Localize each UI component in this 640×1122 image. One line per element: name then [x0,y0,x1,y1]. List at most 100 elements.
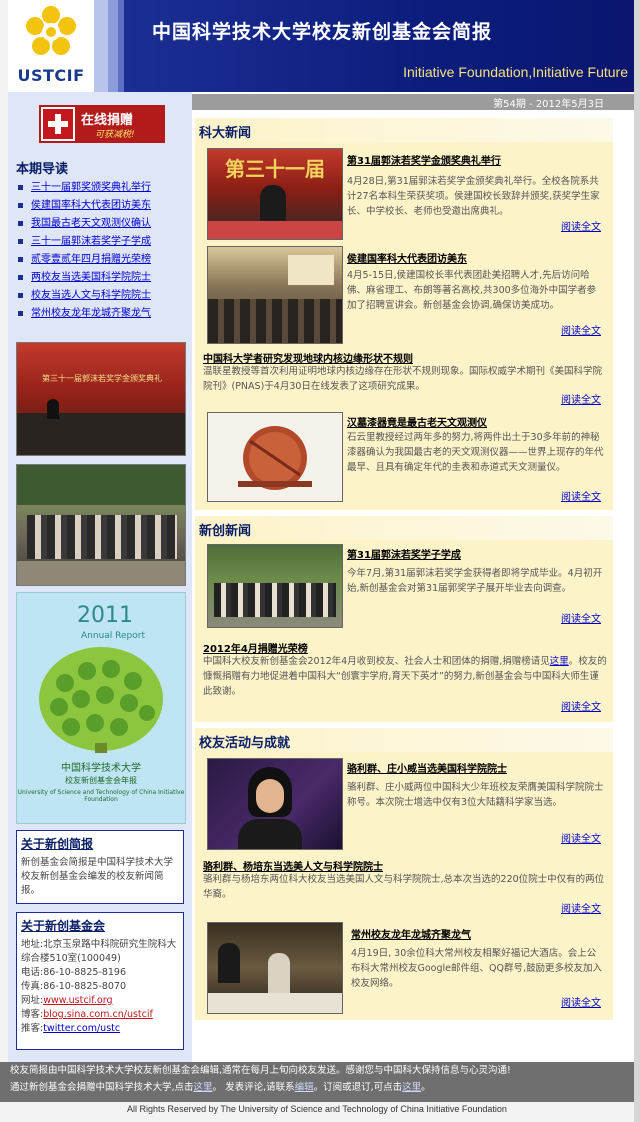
page-header: USTCIF 中国科学技术大学校友新创基金会简报 Initiative Foun… [0,0,640,92]
main-content: 第54期 - 2012年5月3日 科大新闻 第三十一届 第31届郭沫若奖学金颁奖… [192,92,634,1062]
toc-item[interactable]: 常州校友龙年龙城齐聚龙气 [16,306,190,324]
blog-link[interactable]: blog.sina.com.cn/ustcif [43,1009,153,1020]
toc-item[interactable]: 三十一届郭沫若奖学子学成 [16,234,190,252]
ceremony-photo[interactable]: 第三十一届郭沫若奖学金颁奖典礼 [16,342,186,456]
article-title[interactable]: 第31届郭沫若奖学金颁奖典礼举行 [347,152,501,167]
article-title[interactable]: 第31届郭沫若奖学子学成 [347,546,461,561]
website-link[interactable]: www.ustcif.org [43,995,112,1006]
toc-item[interactable]: 贰零壹贰年四月捐赠光荣榜 [16,252,190,270]
read-more-link[interactable]: 阅读全文 [561,488,601,503]
lecture-hall-photo[interactable] [207,246,343,344]
read-more-link[interactable]: 阅读全文 [561,391,601,406]
footer-text: 。订阅或退订,可点击 [313,1082,403,1093]
toc-item[interactable]: 我国最古老天文观测仪确认 [16,216,190,234]
toc-item[interactable]: 侯建国率科大代表团访美东 [16,198,190,216]
annual-report-cover[interactable]: 2011 Annual Report 中国科学技术大学 校友新创基金会年报 Un… [16,592,186,824]
person-shape [218,943,240,983]
newsletter-title: 中国科学技术大学校友新创基金会简报 [152,21,493,43]
toc-item[interactable]: 三十一届郭奖颁奖典礼举行 [16,180,190,198]
logo-text: USTCIF [17,66,85,85]
toc-link[interactable]: 贰零壹贰年四月捐赠光荣榜 [31,254,151,265]
phone-row: 电话:86-10-8825-8196 [21,966,179,980]
bullet-icon [18,292,23,298]
article-title[interactable]: 骆利群、庄小威当选美国科学院院士 [347,760,507,775]
toc-link[interactable]: 两校友当选美国科学院院士 [31,272,151,283]
group-photo[interactable] [16,464,186,586]
read-more-link[interactable]: 阅读全文 [561,900,601,915]
footer-note: 校友简报由中国科学技术大学校友新创基金会编辑,通常在每月上旬向校友发送。感谢您与… [10,1065,511,1076]
twitter-link[interactable]: twitter.com/ustc [43,1023,120,1034]
header-stripe [94,0,108,92]
header-banner: 中国科学技术大学校友新创基金会简报 Initiative Foundation,… [124,0,634,92]
speaker-shape [260,185,286,225]
donor-list-link[interactable]: 这里 [550,656,569,667]
annual-report-en: University of Science and Technology of … [17,789,185,803]
subscribe-link[interactable]: 这里 [402,1082,421,1093]
about-foundation-title[interactable]: 关于新创基金会 [21,917,179,934]
table-shape [208,993,342,1013]
issue-bar: 第54期 - 2012年5月3日 [192,94,634,110]
ceremony-speech-photo[interactable]: 第三十一届 [207,148,343,240]
read-more-link[interactable]: 阅读全文 [561,322,601,337]
read-more-link[interactable]: 阅读全文 [561,830,601,845]
phone-label: 电话: [21,967,44,978]
annual-report-cn-title: 中国科学技术大学 [61,763,141,774]
blog-row: 博客:blog.sina.com.cn/ustcif [21,1008,179,1022]
donate-tagline: 可获减税! [95,130,135,140]
donate-online-button[interactable]: 在线捐赠 可获减税! [39,105,165,143]
article-summary: 4月5-15日,侯建国校长率代表团赴美招聘人才,先后访问哈佛、麻省理工、布朗等著… [347,270,597,311]
toc-item[interactable]: 校友当选人文与科学院院士 [16,288,190,306]
article-summary: 今年7月,第31届郭沫若奖学金获得者即将学成毕业。4月初开始,新创基金会对第31… [347,568,603,594]
editor-contact-link[interactable]: 编辑 [295,1082,314,1093]
read-more-link[interactable]: 阅读全文 [561,218,601,233]
article-title[interactable]: 2012年4月捐赠光荣榜 [203,640,308,655]
article-summary: 4月28日,第31届郭沫若奖学金颁奖典礼举行。全校各院系共计27名本科生荣获奖项… [347,176,600,217]
footer-text: 通过新创基金会捐赠中国科学技术大学,点击 [10,1082,194,1093]
phone-value: 86-10-8825-8196 [43,967,127,978]
red-cross-icon [43,109,73,139]
about-newsletter-title[interactable]: 关于新创简报 [21,835,179,852]
graduates-group-photo[interactable] [207,544,343,628]
about-newsletter-text: 新创基金会简报是中国科学技术大学校友新创基金会编发的校友新闻简报。 [21,857,174,896]
address-value: 北京玉泉路中科院研究生院科大综合楼510室(100049) [21,939,177,964]
article-title[interactable]: 侯建国率科大代表团访美东 [347,250,467,265]
section-foundation-news: 新创新闻 第31届郭沫若奖学子学成 今年7月,第31届郭沫若奖学金获得者即将学成… [195,516,613,722]
read-more-link[interactable]: 阅读全文 [561,994,601,1009]
toc-item[interactable]: 两校友当选美国科学院院士 [16,270,190,288]
article-title[interactable]: 中国科大学者研究发现地球内核边缘形状不规则 [203,350,413,365]
alumni-dinner-photo[interactable] [207,922,343,1014]
twitter-label: 推客: [21,1023,44,1034]
toc-link[interactable]: 侯建国率科大代表团访美东 [31,200,151,211]
address-label: 地址: [21,939,44,950]
bullet-icon [18,238,23,244]
article-summary: 温联星教授等首次利用证明地球内核边缘存在形状不规则现象。国际权威学术期刊《美国科… [203,366,603,392]
header-stripe [108,0,118,92]
fax-value: 86-10-8825-8070 [43,981,127,992]
donate-label-box: 在线捐赠 可获减税! [75,107,163,141]
bullet-icon [18,202,23,208]
toc-list: 三十一届郭奖颁奖典礼举行 侯建国率科大代表团访美东 我国最古老天文观测仪确认 三… [16,180,190,324]
screen-shape [288,255,334,285]
sidebar: 在线捐赠 可获减税! 本期导读 三十一届郭奖颁奖典礼举行 侯建国率科大代表团访美… [8,92,192,1062]
ground-shape [17,561,185,585]
lacquer-instrument-photo[interactable] [207,412,343,502]
read-more-link[interactable]: 阅读全文 [561,698,601,713]
footer-text: 。 发表评论,请联系 [212,1082,295,1093]
bullet-icon [18,274,23,280]
donate-link[interactable]: 这里 [194,1082,213,1093]
toc-link[interactable]: 三十一届郭沫若奖学子学成 [31,236,151,247]
trees-shape [17,465,185,505]
read-more-link[interactable]: 阅读全文 [561,610,601,625]
person-shape [47,399,59,419]
article-title[interactable]: 骆利群、杨培东当选美人文与科学院院士 [203,858,383,873]
article-title[interactable]: 常州校友龙年龙城齐聚龙气 [351,926,471,941]
toc-link[interactable]: 我国最古老天文观测仪确认 [31,218,151,229]
toc-link[interactable]: 常州校友龙年龙城齐聚龙气 [31,308,151,319]
article-title[interactable]: 汉墓漆器竟是最古老天文观测仪 [347,414,487,429]
flower-logo-icon [26,6,76,55]
logo[interactable]: USTCIF [8,0,94,92]
toc-link[interactable]: 三十一届郭奖颁奖典礼举行 [31,182,151,193]
portrait-photo[interactable] [207,758,343,850]
toc-link[interactable]: 校友当选人文与科学院院士 [31,290,151,301]
twitter-row: 推客:twitter.com/ustc [21,1022,179,1036]
